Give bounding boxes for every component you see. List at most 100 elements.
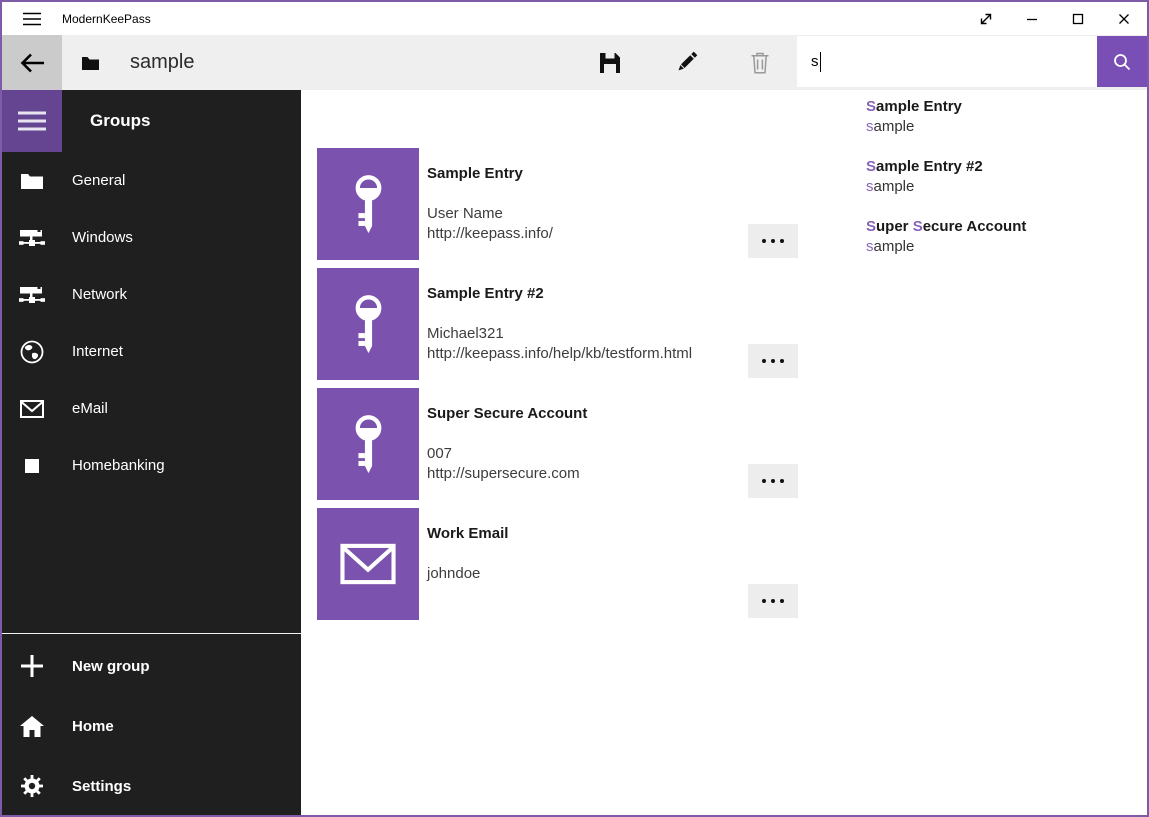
entry-tile-super-secure-account[interactable] (317, 388, 419, 500)
hamburger-icon (17, 110, 47, 132)
sidebar-item-network[interactable]: Network (2, 266, 301, 323)
close-icon (1118, 13, 1130, 25)
database-title: sample (130, 35, 194, 90)
database-icon (82, 35, 99, 90)
entry-tile-work-email[interactable] (317, 508, 419, 620)
key-icon (347, 293, 390, 356)
sidebar-item-label: Home (62, 718, 114, 735)
sidebar-footer: New group Home (2, 636, 301, 816)
edit-button[interactable] (662, 35, 710, 90)
entry-tile-sample-entry-2[interactable] (317, 268, 419, 380)
sidebar-item-label: Windows (62, 229, 133, 246)
sidebar-item-label: General (62, 172, 125, 189)
app-title: ModernKeePass (62, 2, 151, 35)
globe-icon (2, 340, 62, 364)
sidebar-separator (2, 633, 301, 634)
delete-button[interactable] (736, 35, 784, 90)
minimize-button[interactable] (1009, 2, 1055, 35)
search-button[interactable] (1097, 36, 1147, 87)
titlebar-hamburger-button[interactable] (14, 2, 50, 35)
sidebar-item-windows[interactable]: Windows (2, 209, 301, 266)
save-icon (599, 52, 621, 74)
suggestion-subtitle: sample (866, 117, 1136, 137)
entry-username: User Name (427, 204, 757, 224)
plus-icon (2, 654, 62, 678)
entry-row[interactable]: Sample Entry User Name http://keepass.in… (427, 164, 757, 244)
new-group-button[interactable]: New group (2, 636, 301, 696)
trash-icon (750, 52, 770, 74)
envelope-icon (2, 400, 62, 418)
search-input-value: s (811, 53, 819, 70)
entry-more-button[interactable] (748, 464, 798, 498)
entry-more-button[interactable] (748, 224, 798, 258)
suggestion-subtitle: sample (866, 177, 1136, 197)
fullscreen-icon (978, 11, 994, 27)
sidebar-item-internet[interactable]: Internet (2, 323, 301, 380)
entry-username: 007 (427, 444, 757, 464)
back-arrow-icon (19, 52, 45, 74)
network-icon (2, 286, 62, 304)
hamburger-icon (22, 11, 42, 27)
back-button[interactable] (2, 35, 62, 90)
search-suggestion[interactable]: Super Secure Account sample (866, 217, 1136, 257)
save-button[interactable] (586, 35, 634, 90)
sidebar-hamburger-button[interactable] (2, 90, 62, 152)
entry-tile-sample-entry[interactable] (317, 148, 419, 260)
home-button[interactable]: Home (2, 696, 301, 756)
more-icon (762, 479, 766, 483)
search-suggestion[interactable]: Sample Entry #2 sample (866, 157, 1136, 197)
fullscreen-button[interactable] (963, 2, 1009, 35)
sidebar-item-label: Homebanking (62, 457, 165, 474)
titlebar: ModernKeePass (2, 2, 1147, 35)
suggestion-title: Sample Entry (866, 97, 1136, 117)
entry-title: Super Secure Account (427, 404, 757, 424)
entry-title: Sample Entry (427, 164, 757, 184)
sidebar-item-homebanking[interactable]: Homebanking (2, 437, 301, 494)
search-input[interactable]: s (797, 36, 1097, 87)
sidebar-item-general[interactable]: General (2, 152, 301, 209)
entry-more-button[interactable] (748, 584, 798, 618)
entry-url: http://supersecure.com (427, 464, 757, 484)
entry-url: http://keepass.info/help/kb/testform.htm… (427, 344, 757, 364)
command-bar: sample (2, 35, 1147, 90)
entry-row[interactable]: Work Email johndoe (427, 524, 757, 584)
home-icon (2, 716, 62, 737)
network-icon (2, 229, 62, 247)
suggestion-title: Super Secure Account (866, 217, 1136, 237)
maximize-button[interactable] (1055, 2, 1101, 35)
sidebar-item-label: Network (62, 286, 127, 303)
search-suggestions: Sample Entry sample Sample Entry #2 samp… (866, 97, 1136, 277)
folder-icon (2, 172, 62, 189)
email-icon (340, 543, 396, 585)
key-icon (347, 413, 390, 476)
settings-button[interactable]: Settings (2, 756, 301, 816)
app-window: ModernKeePass (0, 0, 1149, 817)
entry-title: Work Email (427, 524, 757, 544)
close-button[interactable] (1101, 2, 1147, 35)
entry-row[interactable]: Sample Entry #2 Michael321 http://keepas… (427, 284, 757, 364)
entry-row[interactable]: Super Secure Account 007 http://supersec… (427, 404, 757, 484)
suggestion-title: Sample Entry #2 (866, 157, 1136, 177)
gear-icon (2, 774, 62, 798)
search-icon (1112, 52, 1132, 72)
key-icon (347, 173, 390, 236)
entry-username: johndoe (427, 564, 757, 584)
sidebar-item-label: eMail (62, 400, 108, 417)
entry-more-button[interactable] (748, 344, 798, 378)
more-icon (762, 599, 766, 603)
entry-title: Sample Entry #2 (427, 284, 757, 304)
more-icon (762, 239, 766, 243)
minimize-icon (1026, 13, 1038, 25)
text-cursor (820, 52, 821, 72)
maximize-icon (1072, 13, 1084, 25)
more-icon (762, 359, 766, 363)
entry-username: Michael321 (427, 324, 757, 344)
suggestion-subtitle: sample (866, 237, 1136, 257)
square-icon (2, 459, 62, 473)
sidebar-item-label: New group (62, 658, 150, 675)
entry-url: http://keepass.info/ (427, 224, 757, 244)
window-controls (963, 2, 1147, 35)
sidebar-item-email[interactable]: eMail (2, 380, 301, 437)
search-suggestion[interactable]: Sample Entry sample (866, 97, 1136, 137)
sidebar-item-label: Internet (62, 343, 123, 360)
